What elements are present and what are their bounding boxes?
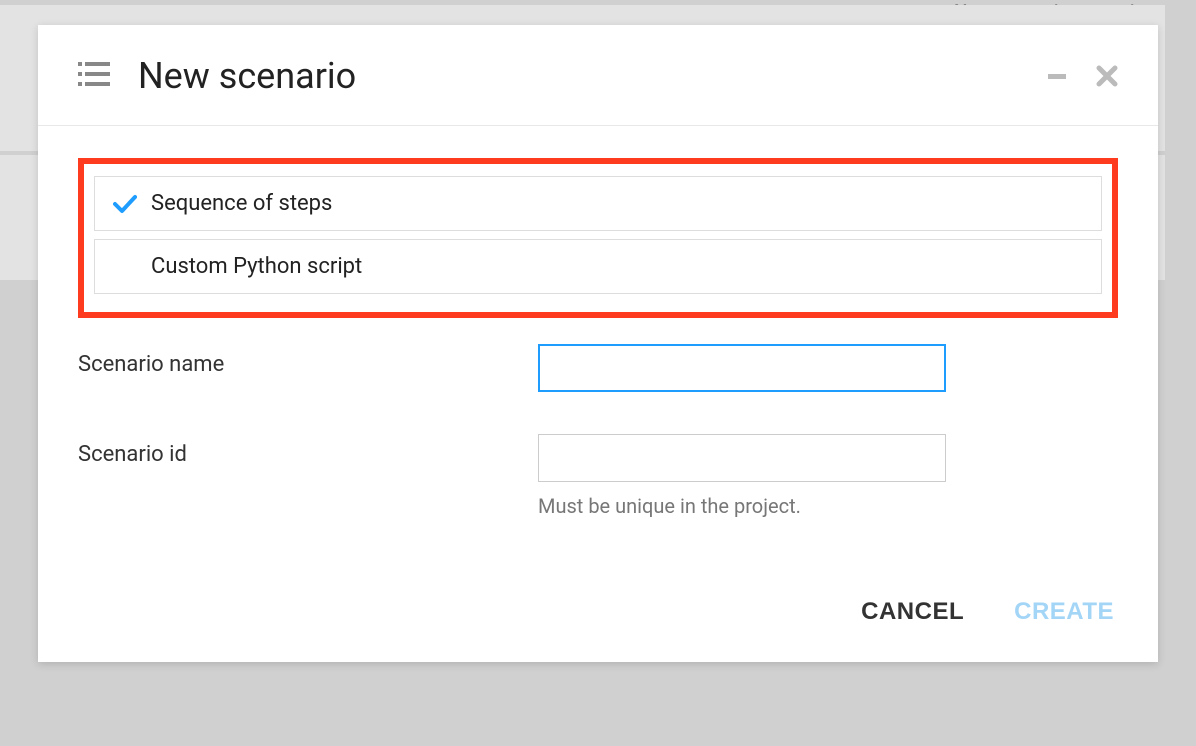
modal-title: New scenario — [138, 55, 1046, 97]
option-custom-python-script[interactable]: Custom Python script — [94, 239, 1102, 294]
modal-body: Sequence of steps Custom Python script S… — [38, 126, 1158, 580]
form-row-name: Scenario name — [78, 344, 1118, 392]
option-label: Sequence of steps — [151, 191, 332, 216]
list-icon — [78, 60, 110, 92]
scenario-id-label: Scenario id — [78, 434, 538, 467]
header-controls — [1046, 65, 1118, 87]
cancel-button[interactable]: CANCEL — [861, 598, 964, 626]
option-label: Custom Python script — [151, 254, 362, 279]
scenario-type-options: Sequence of steps Custom Python script — [78, 158, 1118, 318]
form-row-id: Scenario id Must be unique in the projec… — [78, 434, 1118, 518]
modal-header: New scenario — [38, 25, 1158, 126]
check-icon — [113, 194, 139, 214]
scenario-name-input-wrap — [538, 344, 946, 392]
option-sequence-of-steps[interactable]: Sequence of steps — [94, 176, 1102, 231]
scenario-id-input-wrap: Must be unique in the project. — [538, 434, 946, 518]
modal-footer: CANCEL CREATE — [38, 580, 1158, 662]
scenario-id-helper: Must be unique in the project. — [538, 494, 946, 518]
scenario-id-input[interactable] — [538, 434, 946, 482]
close-icon[interactable] — [1096, 65, 1118, 87]
new-scenario-modal: New scenario Sequence of — [38, 25, 1158, 662]
minimize-icon[interactable] — [1046, 65, 1068, 87]
create-button[interactable]: CREATE — [1014, 598, 1114, 626]
scenario-name-label: Scenario name — [78, 344, 538, 377]
scenario-name-input[interactable] — [538, 344, 946, 392]
